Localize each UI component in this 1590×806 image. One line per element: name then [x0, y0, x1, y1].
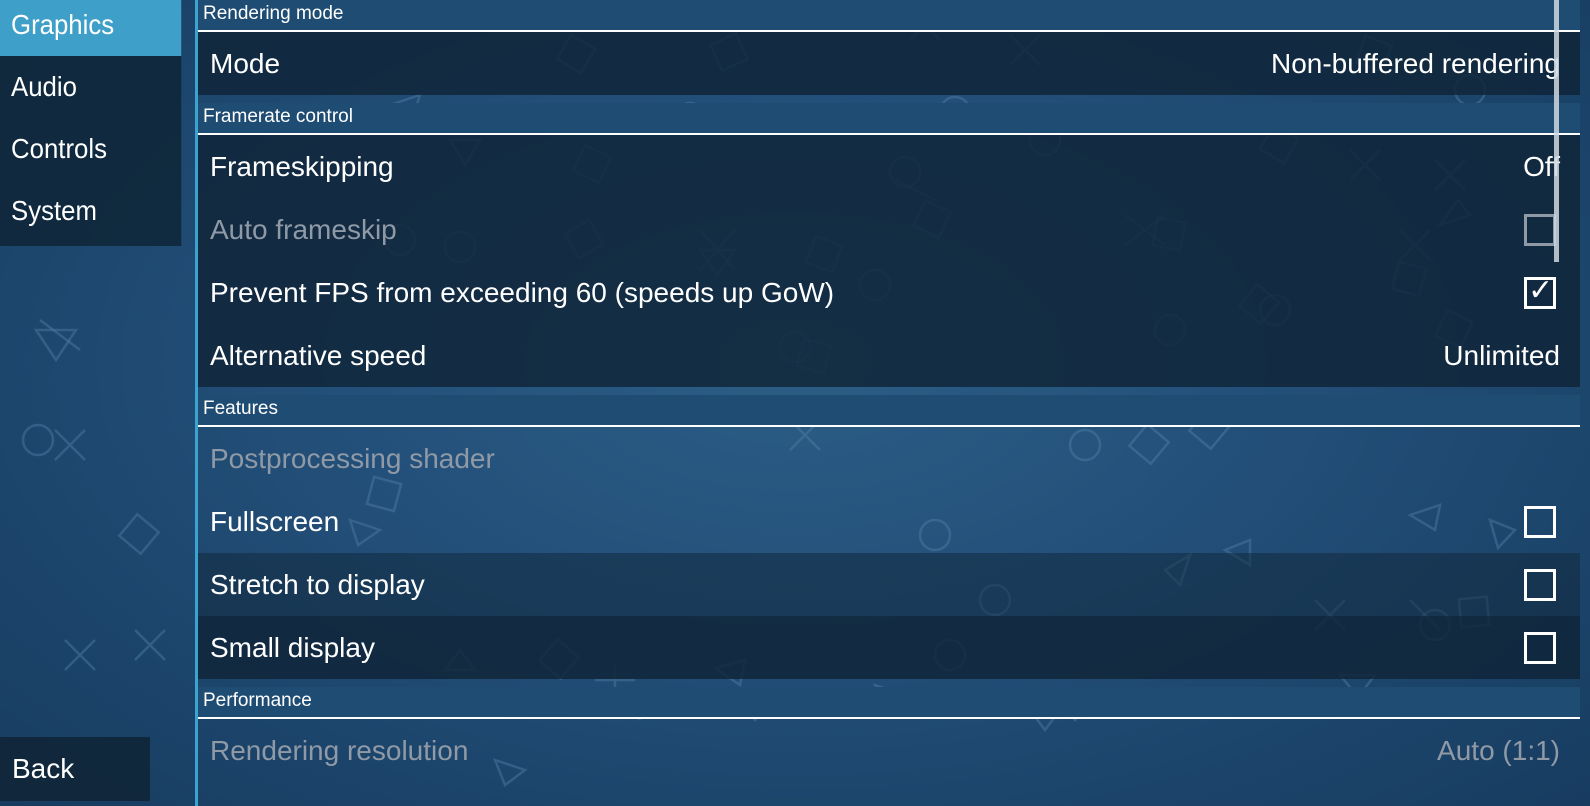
- scrollbar[interactable]: [1554, 0, 1559, 262]
- section-header-framerate-control: Framerate control: [198, 103, 1580, 135]
- setting-value: Unlimited: [1443, 340, 1560, 371]
- back-button-label: Back: [12, 753, 75, 784]
- setting-small-display[interactable]: Small display: [198, 616, 1580, 679]
- setting-frameskipping[interactable]: Frameskipping Off: [198, 135, 1580, 198]
- setting-label: Mode: [210, 48, 281, 79]
- tab-system-label: System: [11, 195, 97, 226]
- setting-label: Frameskipping: [210, 151, 394, 182]
- setting-label: Prevent FPS from exceeding 60 (speeds up…: [210, 277, 835, 308]
- setting-stretch-to-display[interactable]: Stretch to display: [198, 553, 1580, 616]
- fullscreen-checkbox[interactable]: [1524, 506, 1556, 538]
- section-header-rendering-mode: Rendering mode: [198, 0, 1580, 32]
- setting-prevent-fps[interactable]: Prevent FPS from exceeding 60 (speeds up…: [198, 261, 1580, 324]
- section-header-performance: Performance: [198, 687, 1580, 719]
- stretch-to-display-checkbox[interactable]: [1524, 569, 1556, 601]
- tab-audio[interactable]: Audio: [0, 56, 182, 118]
- setting-label: Auto frameskip: [210, 214, 397, 245]
- setting-label: Alternative speed: [210, 340, 427, 371]
- section-title: Rendering mode: [203, 3, 344, 24]
- tab-graphics[interactable]: Graphics: [0, 0, 182, 56]
- tab-controls[interactable]: Controls: [0, 118, 182, 180]
- section-title: Performance: [203, 690, 312, 711]
- setting-label: Small display: [210, 632, 375, 663]
- setting-auto-frameskip[interactable]: Auto frameskip: [198, 198, 1580, 261]
- section-title: Features: [203, 398, 278, 419]
- tab-graphics-label: Graphics: [11, 9, 115, 40]
- check-icon: ✓: [1528, 274, 1554, 307]
- back-button[interactable]: Back: [0, 737, 150, 801]
- setting-label: Postprocessing shader: [210, 443, 495, 474]
- setting-label: Stretch to display: [210, 569, 425, 600]
- tab-system[interactable]: System: [0, 180, 182, 246]
- settings-list: Rendering mode Mode Non-buffered renderi…: [198, 0, 1580, 806]
- setting-alternative-speed[interactable]: Alternative speed Unlimited: [198, 324, 1580, 387]
- small-display-checkbox[interactable]: [1524, 632, 1556, 664]
- prevent-fps-checkbox[interactable]: ✓: [1524, 274, 1556, 309]
- setting-value: Non-buffered rendering: [1270, 48, 1560, 79]
- section-header-features: Features: [198, 395, 1580, 427]
- setting-rendering-resolution[interactable]: Rendering resolution Auto (1:1): [198, 719, 1580, 782]
- auto-frameskip-checkbox[interactable]: [1524, 214, 1556, 246]
- setting-label: Rendering resolution: [210, 735, 469, 766]
- setting-mode[interactable]: Mode Non-buffered rendering: [198, 32, 1580, 95]
- tab-audio-label: Audio: [11, 71, 77, 102]
- tab-controls-label: Controls: [11, 133, 107, 164]
- setting-value: Auto (1:1): [1437, 735, 1560, 766]
- setting-label: Fullscreen: [210, 506, 340, 537]
- setting-fullscreen[interactable]: Fullscreen: [198, 490, 1580, 553]
- section-title: Framerate control: [203, 106, 353, 127]
- setting-postprocessing-shader[interactable]: Postprocessing shader: [198, 427, 1580, 490]
